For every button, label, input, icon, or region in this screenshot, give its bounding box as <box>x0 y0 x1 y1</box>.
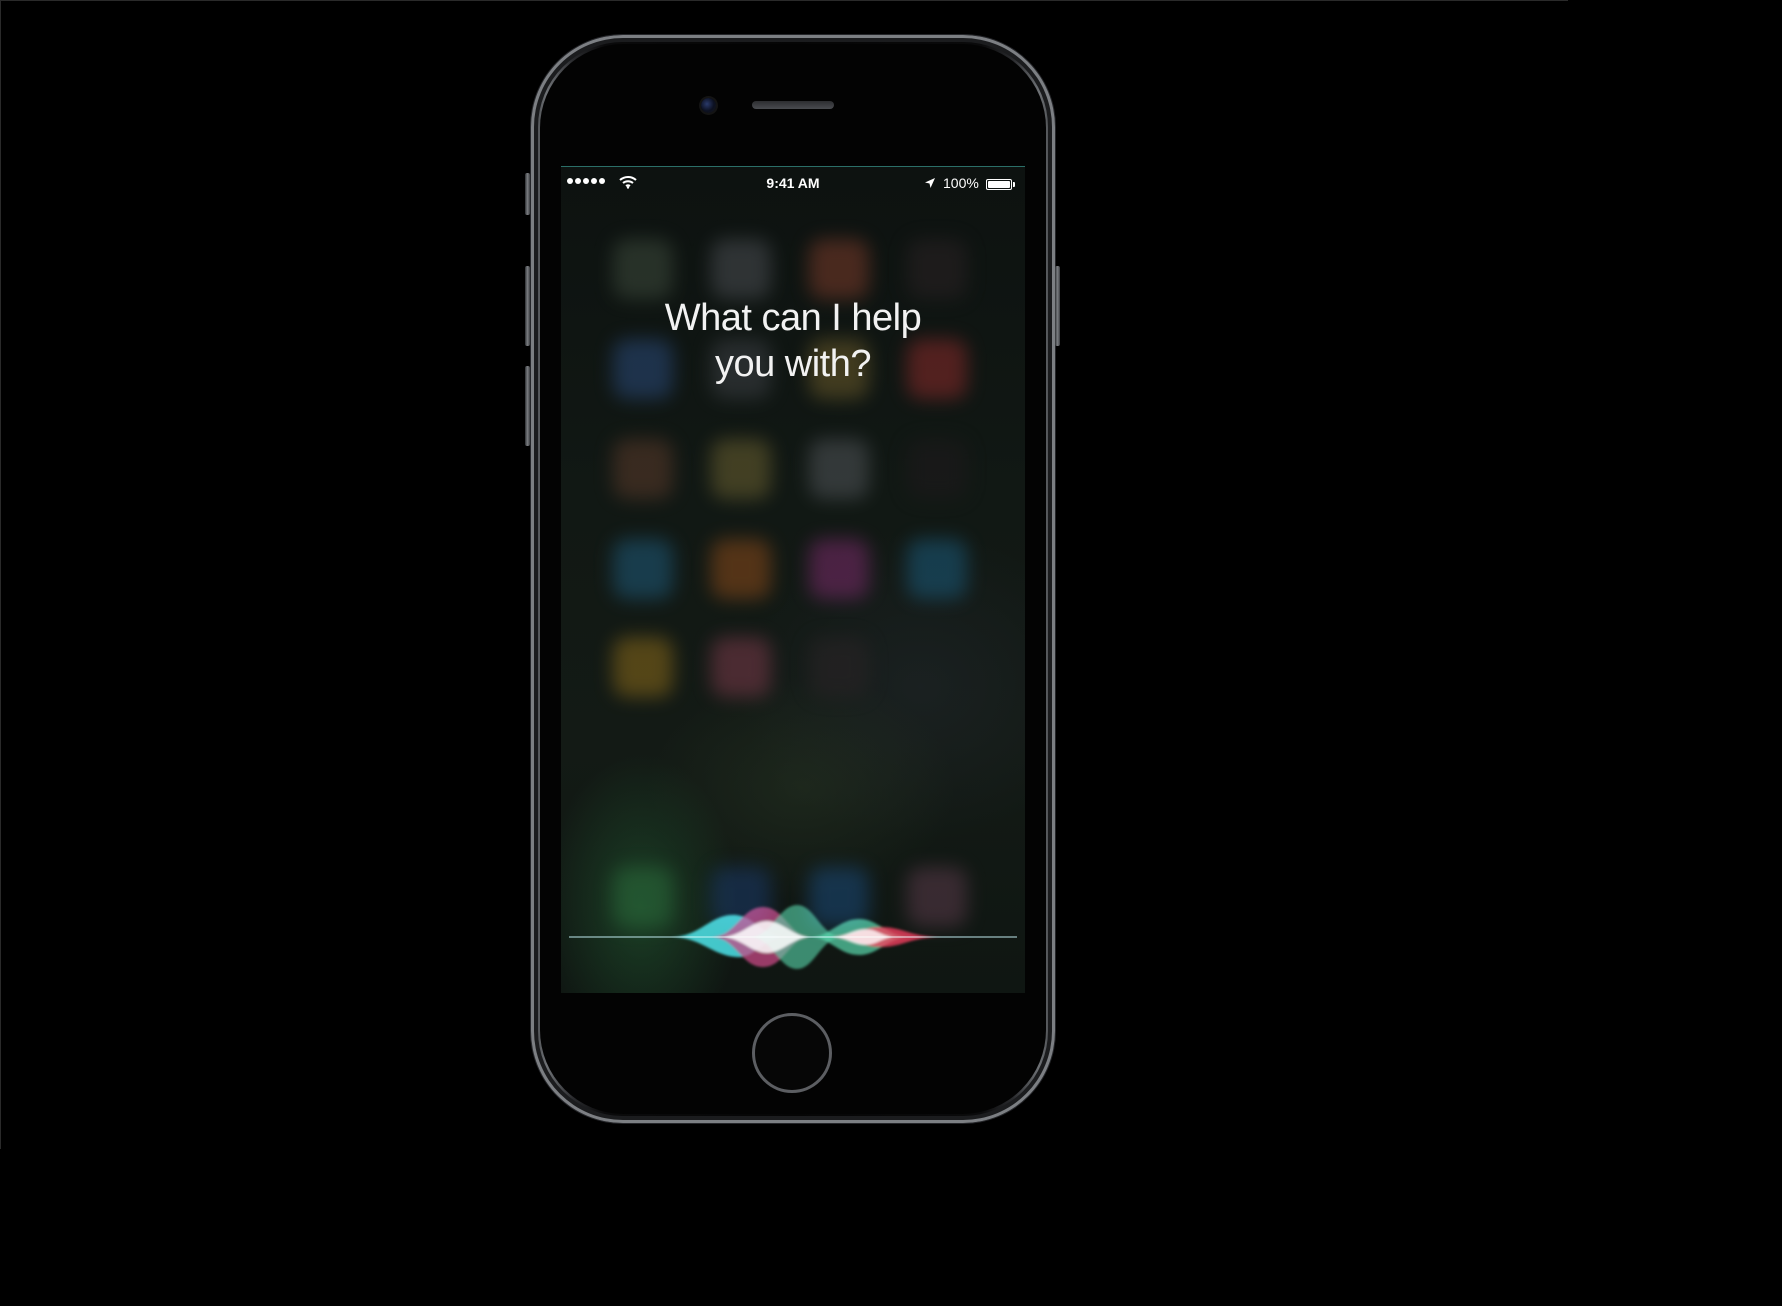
app-icon-blurred <box>809 637 869 697</box>
app-icon-blurred <box>711 239 771 299</box>
volume-up-button[interactable] <box>525 266 530 346</box>
status-bar: 9:41 AM 100% <box>561 173 1025 195</box>
home-button[interactable] <box>752 1013 832 1093</box>
app-icon-blurred <box>907 539 967 599</box>
siri-prompt-line1: What can I help <box>664 297 922 339</box>
app-icon-blurred <box>809 539 869 599</box>
siri-waveform-icon[interactable] <box>561 897 1025 977</box>
app-icon-blurred <box>907 239 967 299</box>
app-icon-blurred <box>613 539 673 599</box>
app-icon-blurred <box>613 439 673 499</box>
siri-prompt: What can I help you with? <box>561 295 1025 387</box>
app-icon-blurred <box>613 239 673 299</box>
battery-fill <box>988 181 1010 188</box>
app-icon-blurred <box>613 637 673 697</box>
battery-tip <box>1013 182 1015 187</box>
location-arrow-icon <box>925 178 935 188</box>
mute-switch[interactable] <box>525 173 530 215</box>
power-button[interactable] <box>1055 266 1060 346</box>
app-icon-blurred <box>711 539 771 599</box>
stage: 9:41 AM 100% What can I help you with? <box>0 0 1568 1149</box>
app-icon-blurred <box>809 239 869 299</box>
app-icon-blurred <box>907 439 967 499</box>
siri-prompt-line2: you with? <box>714 343 872 385</box>
volume-down-button[interactable] <box>525 366 530 446</box>
battery-percent: 100% <box>943 175 979 191</box>
battery-icon <box>986 179 1012 190</box>
earpiece-speaker <box>752 101 834 109</box>
front-camera <box>701 98 716 113</box>
app-icon-blurred <box>809 439 869 499</box>
app-icon-blurred <box>711 637 771 697</box>
siri-screen[interactable]: 9:41 AM 100% What can I help you with? <box>561 166 1025 993</box>
app-icon-blurred <box>711 439 771 499</box>
